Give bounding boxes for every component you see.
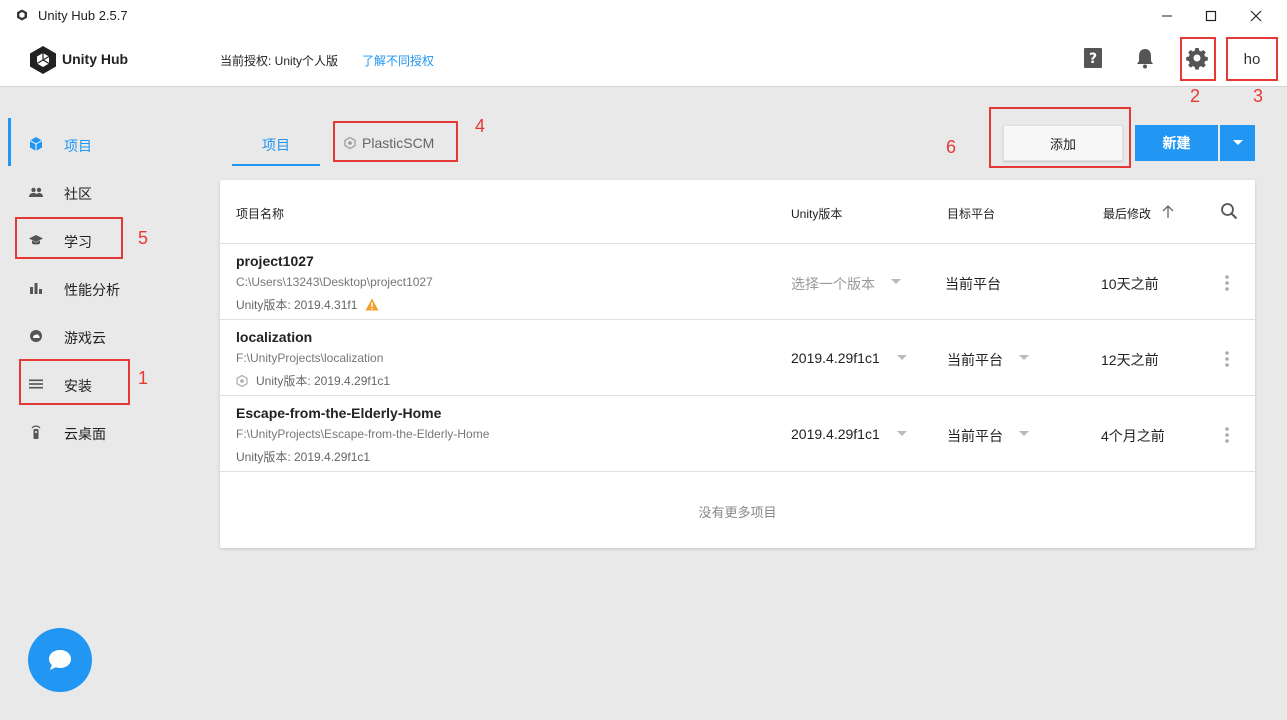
- annotation-box-6: [989, 107, 1131, 168]
- chevron-down-icon[interactable]: [890, 278, 902, 286]
- project-name: Escape-from-the-Elderly-Home: [236, 405, 442, 421]
- modified-cell: 10天之前: [1101, 276, 1159, 292]
- table-row[interactable]: project1027 C:\Users\13243\Desktop\proje…: [220, 244, 1255, 320]
- no-more-projects-text: 没有更多项目: [698, 505, 777, 520]
- people-icon: [29, 187, 43, 197]
- cloud-icon: [30, 330, 42, 342]
- svg-text:?: ?: [1089, 51, 1097, 67]
- column-header-name[interactable]: 项目名称: [236, 205, 284, 222]
- column-header-modified[interactable]: 最后修改: [1103, 205, 1151, 222]
- more-options-icon[interactable]: [1220, 349, 1234, 369]
- sidebar-item-analytics[interactable]: 性能分析: [0, 264, 200, 312]
- help-icon[interactable]: ?: [1081, 46, 1105, 70]
- project-version: Unity版本: 2019.4.29f1c1: [236, 450, 371, 464]
- annotation-number-2: 2: [1190, 86, 1201, 106]
- table-row[interactable]: Escape-from-the-Elderly-Home F:\UnityPro…: [220, 396, 1255, 472]
- warning-icon: [365, 298, 379, 311]
- bar-chart-icon: [30, 283, 42, 294]
- license-label: 当前授权: Unity个人版: [220, 54, 339, 68]
- chevron-down-icon[interactable]: [896, 430, 908, 438]
- column-header-platform[interactable]: 目标平台: [947, 205, 995, 222]
- column-header-version[interactable]: Unity版本: [791, 205, 842, 222]
- sidebar-item-label: 性能分析: [64, 282, 120, 298]
- active-nav-indicator: [8, 118, 11, 166]
- sidebar-item-game-cloud[interactable]: 游戏云: [0, 312, 200, 360]
- project-version-text: Unity版本: 2019.4.29f1c1: [256, 374, 391, 388]
- platform-cell: 当前平台: [947, 428, 1003, 444]
- search-icon[interactable]: [1220, 202, 1238, 220]
- sidebar-item-cloud-desktop[interactable]: 云桌面: [0, 408, 200, 456]
- sort-arrow-up-icon[interactable]: [1162, 205, 1174, 219]
- maximize-icon: [1205, 10, 1217, 22]
- annotation-box-1: [19, 359, 130, 405]
- annotation-number-1: 1: [138, 368, 149, 388]
- chat-bubble-icon: [49, 650, 71, 670]
- chevron-down-icon: [1232, 140, 1243, 145]
- unity-logo-icon: [30, 46, 56, 74]
- more-options-icon[interactable]: [1220, 425, 1234, 445]
- sidebar-item-label: 社区: [64, 186, 92, 202]
- chat-button[interactable]: [28, 628, 92, 692]
- platform-cell: 当前平台: [945, 276, 1001, 292]
- new-project-button[interactable]: 新建: [1135, 125, 1218, 161]
- annotation-box-2: [1180, 37, 1216, 81]
- project-name: localization: [236, 329, 313, 345]
- version-select[interactable]: 2019.4.29f1c1: [791, 350, 880, 366]
- maximize-button[interactable]: [1188, 0, 1234, 32]
- annotation-box-5: [15, 217, 123, 259]
- new-project-dropdown-button[interactable]: [1220, 125, 1255, 161]
- version-select[interactable]: 选择一个版本: [791, 274, 875, 294]
- close-button[interactable]: [1233, 0, 1279, 32]
- sidebar-item-label: 游戏云: [64, 330, 106, 346]
- cube-icon: [29, 137, 43, 151]
- window-title: Unity Hub 2.5.7: [38, 8, 128, 23]
- more-options-icon[interactable]: [1220, 273, 1234, 293]
- annotation-number-6: 6: [946, 137, 957, 157]
- chevron-down-icon[interactable]: [1018, 354, 1030, 362]
- project-path: F:\UnityProjects\Escape-from-the-Elderly…: [236, 427, 490, 441]
- sidebar-item-community[interactable]: 社区: [0, 168, 200, 216]
- unity-app-icon: [17, 9, 27, 21]
- project-name: project1027: [236, 253, 314, 269]
- projects-table: 项目名称 Unity版本 目标平台 最后修改 project1027 C:\Us…: [220, 180, 1255, 548]
- brand-name: Unity Hub: [62, 51, 129, 67]
- sidebar-item-label: 项目: [64, 138, 92, 154]
- remote-icon: [31, 425, 41, 439]
- modified-cell: 4个月之前: [1101, 428, 1165, 444]
- version-select[interactable]: 2019.4.29f1c1: [791, 426, 880, 442]
- annotation-number-3: 3: [1253, 86, 1264, 106]
- table-row[interactable]: localization F:\UnityProjects\localizati…: [220, 320, 1255, 396]
- minimize-icon: [1162, 15, 1172, 17]
- project-path: F:\UnityProjects\localization: [236, 351, 384, 365]
- annotation-number-4: 4: [475, 116, 486, 136]
- close-icon: [1250, 10, 1262, 22]
- sidebar-item-projects[interactable]: 项目: [0, 120, 200, 168]
- bell-icon[interactable]: [1133, 46, 1157, 70]
- project-version: Unity版本: 2019.4.31f1: [236, 296, 379, 313]
- minimize-button[interactable]: [1144, 0, 1190, 32]
- annotation-box-3: [1226, 37, 1278, 81]
- project-path: C:\Users\13243\Desktop\project1027: [236, 275, 433, 289]
- platform-cell: 当前平台: [947, 352, 1003, 368]
- chevron-down-icon[interactable]: [1018, 430, 1030, 438]
- license-link[interactable]: 了解不同授权: [362, 52, 434, 69]
- title-bar: Unity Hub 2.5.7: [0, 0, 1287, 32]
- annotation-number-5: 5: [138, 228, 149, 248]
- project-version-text: Unity版本: 2019.4.31f1: [236, 298, 358, 312]
- hub-header: Unity Hub 当前授权: Unity个人版 了解不同授权 ? ho: [0, 32, 1287, 87]
- annotation-box-4: [333, 121, 458, 162]
- chevron-down-icon[interactable]: [896, 354, 908, 362]
- plasticscm-icon: [236, 374, 248, 388]
- table-header: 项目名称 Unity版本 目标平台 最后修改: [220, 180, 1255, 244]
- tab-projects[interactable]: 项目: [232, 122, 320, 166]
- project-version: Unity版本: 2019.4.29f1c1: [236, 372, 390, 389]
- sidebar-item-label: 云桌面: [64, 426, 106, 442]
- modified-cell: 12天之前: [1101, 352, 1159, 368]
